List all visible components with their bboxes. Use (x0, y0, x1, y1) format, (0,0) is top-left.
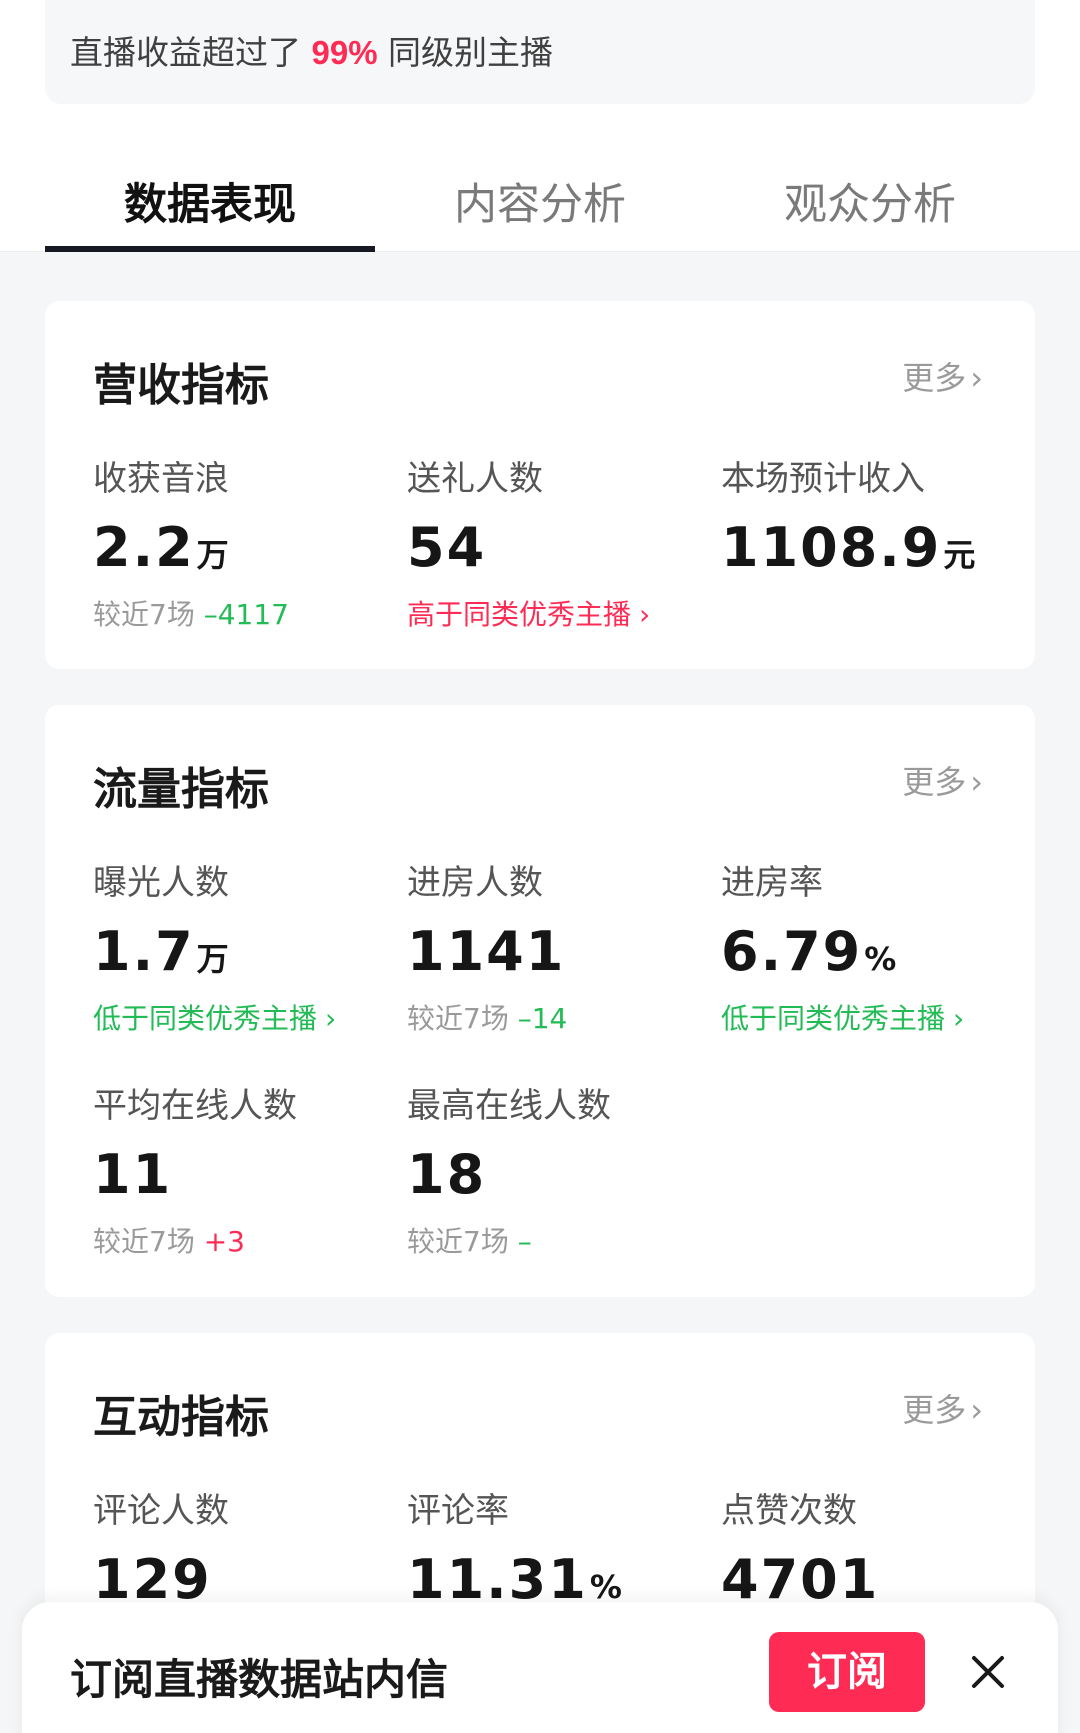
metric-label: 评论率 (407, 1491, 509, 1531)
interaction-title: 互动指标 (93, 1392, 269, 1443)
close-icon[interactable] (970, 1654, 1006, 1690)
chevron-right-icon: › (639, 598, 651, 631)
benchmark-link[interactable]: 低于同类优秀主播 › (721, 997, 1021, 1037)
chevron-right-icon: › (325, 1002, 337, 1035)
earnings-banner: 直播收益超过了 99% 同级别主播 (45, 0, 1035, 104)
metric-value: 1108.9元 (721, 516, 976, 579)
banner-suffix: 同级别主播 (377, 33, 554, 72)
metric-label: 送礼人数 (407, 459, 543, 499)
metric-exposure: 曝光人数 1.7万 低于同类优秀主播 › (93, 855, 393, 1037)
metric-estimated-income: 本场预计收入 1108.9元 (721, 451, 1021, 579)
more-label: 更多 (902, 1391, 967, 1429)
metric-value: 11 (93, 1143, 173, 1206)
top-header: 直播收益超过了 99% 同级别主播 数据表现 内容分析 观众分析 (0, 0, 1080, 252)
metric-commenters: 评论人数 129 (93, 1483, 393, 1611)
subscribe-bar: 订阅直播数据站内信 订阅 (22, 1602, 1058, 1733)
metric-sound-waves: 收获音浪 2.2万 较近7场 –4117 (93, 451, 393, 633)
banner-prefix: 直播收益超过了 (70, 33, 312, 72)
revenue-title: 营收指标 (93, 360, 269, 411)
subscribe-button[interactable]: 订阅 (769, 1632, 925, 1712)
metric-comment-rate: 评论率 11.31% (407, 1483, 707, 1611)
metric-compare: 较近7场 – (407, 1225, 532, 1258)
revenue-more-link[interactable]: 更多 › (902, 353, 983, 399)
traffic-card: 流量指标 更多 › 曝光人数 1.7万 低于同类优秀主播 › 进房人数 1141 较… (45, 705, 1035, 1297)
metric-gift-givers: 送礼人数 54 高于同类优秀主播 › (407, 451, 707, 633)
metric-room-entries: 进房人数 1141 较近7场 –14 (407, 855, 707, 1037)
metric-label: 最高在线人数 (407, 1086, 611, 1126)
benchmark-link[interactable]: 低于同类优秀主播 › (93, 997, 393, 1037)
more-label: 更多 (902, 763, 967, 801)
traffic-title: 流量指标 (93, 764, 269, 815)
metric-compare: 较近7场 –14 (407, 1002, 568, 1035)
metric-value: 6.79% (721, 920, 897, 983)
chevron-right-icon: › (970, 359, 983, 397)
metric-label: 进房人数 (407, 863, 543, 903)
chevron-right-icon: › (953, 1002, 965, 1035)
interaction-more-link[interactable]: 更多 › (902, 1385, 983, 1431)
metric-value: 2.2万 (93, 516, 229, 579)
metric-value: 1141 (407, 920, 566, 983)
banner-percent: 99% (311, 34, 378, 71)
metric-entry-rate: 进房率 6.79% 低于同类优秀主播 › (721, 855, 1021, 1037)
metric-value: 18 (407, 1143, 487, 1206)
benchmark-link[interactable]: 高于同类优秀主播 › (407, 593, 707, 633)
metric-label: 点赞次数 (721, 1491, 857, 1531)
metric-value: 1.7万 (93, 920, 229, 983)
tab-audience-analysis[interactable]: 观众分析 (705, 150, 1035, 252)
metric-label: 本场预计收入 (721, 459, 925, 499)
chevron-right-icon: › (970, 1391, 983, 1429)
metric-label: 进房率 (721, 863, 823, 903)
metric-peak-online: 最高在线人数 18 较近7场 – (407, 1078, 707, 1260)
tab-bar: 数据表现 内容分析 观众分析 (45, 150, 1035, 252)
metric-label: 平均在线人数 (93, 1086, 297, 1126)
metric-compare: 较近7场 –4117 (93, 598, 289, 631)
metric-label: 曝光人数 (93, 863, 229, 903)
subscribe-prompt: 订阅直播数据站内信 (70, 1655, 449, 1704)
chevron-right-icon: › (970, 763, 983, 801)
tab-data-performance[interactable]: 数据表现 (45, 150, 375, 252)
tab-content-analysis[interactable]: 内容分析 (375, 150, 705, 252)
metric-value: 54 (407, 516, 487, 579)
metric-label: 收获音浪 (93, 459, 229, 499)
metric-likes: 点赞次数 4701 (721, 1483, 1021, 1611)
metric-avg-online: 平均在线人数 11 较近7场 +3 (93, 1078, 393, 1260)
metric-label: 评论人数 (93, 1491, 229, 1531)
more-label: 更多 (902, 359, 967, 397)
metric-compare: 较近7场 +3 (93, 1225, 245, 1258)
revenue-card: 营收指标 更多 › 收获音浪 2.2万 较近7场 –4117 送礼人数 54 高于… (45, 301, 1035, 669)
traffic-more-link[interactable]: 更多 › (902, 757, 983, 803)
